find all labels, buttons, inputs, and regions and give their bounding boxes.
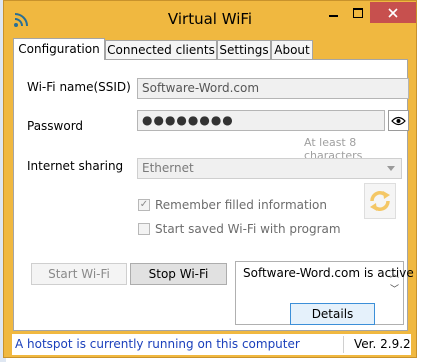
eye-icon: [391, 116, 406, 125]
remember-info-checkbox[interactable]: ✓: [138, 199, 150, 211]
minimize-icon: [328, 14, 338, 17]
start-with-program-label: Start saved Wi-Fi with program: [155, 222, 341, 236]
password-input[interactable]: ●●●●●●●●: [137, 110, 385, 131]
show-password-button[interactable]: [388, 110, 409, 131]
app-window: Virtual WiFi Configuration Connected cli…: [3, 0, 417, 358]
version-label: Ver. 2.9.2: [354, 337, 411, 351]
password-label: Password: [27, 119, 84, 133]
remember-info-option[interactable]: ✓ Remember filled information: [138, 198, 327, 212]
ssid-input[interactable]: Software-Word.com: [137, 78, 409, 99]
refresh-icon: [370, 191, 390, 211]
minimize-button[interactable]: [320, 2, 346, 23]
scroll-up-icon[interactable]: ︿: [390, 267, 399, 280]
chevron-down-icon: [387, 166, 395, 171]
maximize-button[interactable]: [346, 2, 370, 23]
status-divider: [343, 336, 344, 353]
close-button[interactable]: [370, 2, 416, 23]
refresh-button[interactable]: [364, 183, 396, 219]
tab-connected-clients[interactable]: Connected clients: [105, 40, 217, 59]
status-bar: A hotspot is currently running on this c…: [12, 334, 411, 355]
tab-configuration[interactable]: Configuration: [13, 38, 105, 60]
hotspot-status-text: Software-Word.com is active: [243, 266, 414, 280]
internet-sharing-value: Ethernet: [142, 161, 194, 175]
maximize-icon: [353, 7, 363, 18]
status-message: A hotspot is currently running on this c…: [15, 337, 300, 351]
internet-sharing-select[interactable]: Ethernet: [137, 158, 402, 179]
hotspot-status-box: Software-Word.com is active ︿ ﹀ Details: [235, 261, 414, 325]
ssid-label: Wi-Fi name(SSID): [27, 80, 131, 94]
title-bar[interactable]: Virtual WiFi: [4, 1, 416, 37]
details-button[interactable]: Details: [290, 303, 375, 325]
remember-info-label: Remember filled information: [155, 198, 327, 212]
close-icon: [388, 7, 398, 18]
start-with-program-option[interactable]: Start saved Wi-Fi with program: [138, 222, 341, 236]
start-with-program-checkbox[interactable]: [138, 223, 150, 235]
internet-sharing-label: Internet sharing: [27, 159, 124, 173]
scroll-down-icon[interactable]: ﹀: [390, 282, 399, 295]
stop-wifi-button[interactable]: Stop Wi-Fi: [130, 263, 227, 285]
tab-settings[interactable]: Settings: [217, 40, 271, 59]
tab-about[interactable]: About: [271, 40, 313, 59]
configuration-panel: Wi-Fi name(SSID) Software-Word.com Passw…: [13, 59, 414, 331]
start-wifi-button[interactable]: Start Wi-Fi: [31, 263, 127, 285]
